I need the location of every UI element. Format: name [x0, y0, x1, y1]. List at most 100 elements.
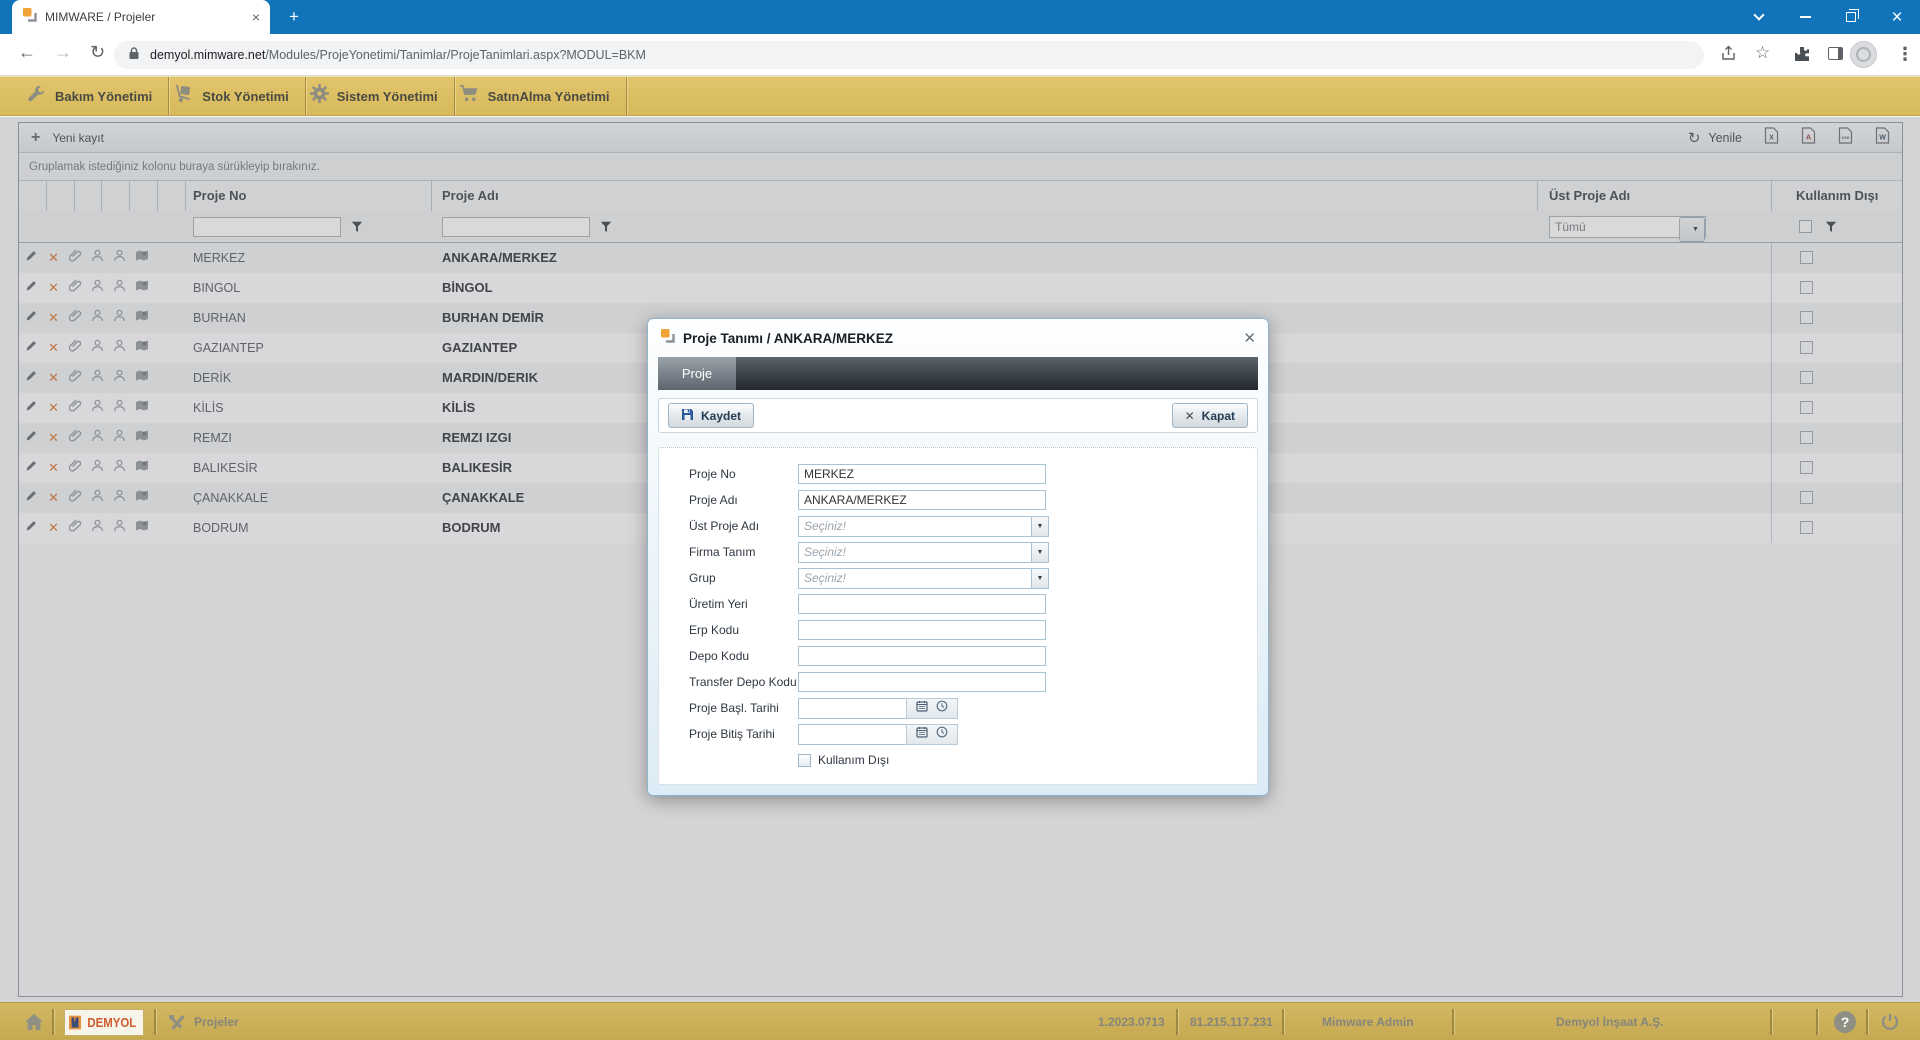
- field-label: Üst Proje Adı: [689, 519, 798, 533]
- form-field-row: Firma Tanım Seçiniz! ▼: [689, 539, 1257, 565]
- field-label: Üretim Yeri: [689, 597, 798, 611]
- reload-icon[interactable]: ↻: [90, 42, 105, 63]
- wrench-icon: [26, 84, 47, 108]
- dialog-command-bar: Kaydet ✕ Kapat: [658, 398, 1258, 433]
- logged-in-user: Mimware Admin: [1322, 1003, 1414, 1040]
- home-button[interactable]: [24, 1003, 44, 1040]
- bookmark-star-icon[interactable]: ☆: [1755, 43, 1770, 63]
- browser-titlebar: MIMWARE / Projeler × + ×: [0, 0, 1920, 34]
- demyol-emblem-icon: [69, 1015, 81, 1030]
- module-menubar: Bakım Yönetimi Stok Yönetimi Sistem Yöne…: [0, 76, 1920, 116]
- client-ip: 81.215.117.231: [1190, 1003, 1273, 1040]
- logout-power-button[interactable]: [1880, 1003, 1900, 1040]
- address-bar[interactable]: demyol.mimware.net/Modules/ProjeYonetimi…: [114, 41, 1704, 69]
- clock-icon[interactable]: [936, 725, 948, 743]
- dialog-title: Proje Tanımı / ANKARA/MERKEZ: [683, 331, 1243, 346]
- kullanim-disi-row: Kullanım Dışı: [798, 747, 1257, 773]
- app-version: 1.2023.0713: [1098, 1003, 1165, 1040]
- clock-icon[interactable]: [936, 699, 948, 717]
- field-label: Proje Başl. Tarihi: [689, 701, 798, 715]
- form-field-row: Depo Kodu: [689, 643, 1257, 669]
- cart-icon: [459, 84, 480, 108]
- form-field-row: Proje Adı: [689, 487, 1257, 513]
- window-minimize-button[interactable]: [1782, 0, 1828, 34]
- dialog-close-icon[interactable]: ✕: [1243, 329, 1256, 347]
- tab-close-icon[interactable]: ×: [252, 10, 260, 24]
- new-tab-button[interactable]: +: [284, 7, 304, 27]
- text-input[interactable]: [798, 464, 1046, 484]
- field-label: Proje Adı: [689, 493, 798, 507]
- hand-truck-icon: [173, 84, 194, 108]
- proje-tanimi-dialog: Proje Tanımı / ANKARA/MERKEZ ✕ Proje Kay…: [647, 318, 1269, 796]
- back-icon[interactable]: ←: [18, 42, 36, 63]
- browser-navbar: ← → ↻ demyol.mimware.net/Modules/ProjeYo…: [0, 34, 1920, 76]
- dropdown[interactable]: Seçiniz! ▼: [798, 568, 1049, 589]
- favicon-mimware-icon: [22, 7, 37, 27]
- chevron-down-icon[interactable]: ▼: [1031, 542, 1049, 563]
- dropdown[interactable]: Seçiniz! ▼: [798, 516, 1049, 537]
- browser-menu-icon[interactable]: ⋮: [1896, 44, 1914, 65]
- form-field-row: Grup Seçiniz! ▼: [689, 565, 1257, 591]
- gear-icon: [310, 84, 329, 108]
- save-floppy-icon: [681, 408, 694, 424]
- save-button[interactable]: Kaydet: [668, 403, 754, 428]
- dialog-tabstrip: Proje: [658, 357, 1258, 390]
- chevron-down-icon[interactable]: ▼: [1031, 516, 1049, 537]
- text-input[interactable]: [798, 620, 1046, 640]
- menu-satinalma-yonetimi[interactable]: SatınAlma Yönetimi: [455, 77, 627, 115]
- module-name: Projeler: [194, 1003, 239, 1040]
- dialog-titlebar[interactable]: Proje Tanımı / ANKARA/MERKEZ ✕: [648, 319, 1268, 357]
- window-restore-button[interactable]: [1828, 0, 1874, 34]
- dropdown[interactable]: Seçiniz! ▼: [798, 542, 1049, 563]
- close-button[interactable]: ✕ Kapat: [1172, 403, 1248, 428]
- company-name: Demyol İnşaat A.Ş.: [1556, 1003, 1664, 1040]
- text-input[interactable]: [798, 646, 1046, 666]
- text-input[interactable]: [798, 490, 1046, 510]
- tab-proje[interactable]: Proje: [658, 357, 736, 390]
- status-bar: DEMYOL Projeler 1.2023.0713 81.215.117.2…: [0, 1002, 1920, 1040]
- dialog-mimware-icon: [660, 328, 675, 348]
- field-label: Transfer Depo Kodu: [689, 675, 798, 689]
- kullanim-disi-label: Kullanım Dışı: [818, 753, 889, 767]
- menu-bakim-yonetimi[interactable]: Bakım Yönetimi: [22, 77, 169, 115]
- dropdown-placeholder: Seçiniz!: [798, 542, 1031, 563]
- forward-icon[interactable]: →: [54, 42, 72, 63]
- form-field-row: Proje No: [689, 461, 1257, 487]
- module-tools-icon: [168, 1003, 187, 1040]
- form-field-row: Proje Başl. Tarihi: [689, 695, 1257, 721]
- kullanim-disi-checkbox[interactable]: [798, 754, 811, 767]
- side-panel-icon[interactable]: [1828, 47, 1843, 60]
- date-input[interactable]: [798, 698, 906, 719]
- calendar-icon[interactable]: [916, 699, 928, 717]
- date-input[interactable]: [798, 724, 906, 745]
- text-input[interactable]: [798, 594, 1046, 614]
- demyol-logo[interactable]: DEMYOL: [64, 1009, 144, 1036]
- text-input[interactable]: [798, 672, 1046, 692]
- form-field-row: Erp Kodu: [689, 617, 1257, 643]
- window-close-button[interactable]: ×: [1874, 0, 1920, 34]
- chevron-down-icon[interactable]: ▼: [1031, 568, 1049, 589]
- lock-icon: [128, 46, 140, 65]
- profile-avatar[interactable]: [1850, 41, 1877, 68]
- share-icon[interactable]: [1720, 45, 1737, 66]
- field-label: Proje No: [689, 467, 798, 481]
- dropdown-placeholder: Seçiniz!: [798, 568, 1031, 589]
- field-label: Depo Kodu: [689, 649, 798, 663]
- field-label: Grup: [689, 571, 798, 585]
- dialog-form: Proje No Proje Adı Üst Proje Adı Seçiniz…: [658, 447, 1258, 785]
- calendar-icon[interactable]: [916, 725, 928, 743]
- window-chevron-icon[interactable]: [1736, 0, 1782, 34]
- close-x-icon: ✕: [1185, 409, 1195, 423]
- menu-sistem-yonetimi[interactable]: Sistem Yönetimi: [306, 77, 455, 115]
- app-window: MIMWARE / Projeler × + × ← → ↻ demyol.mi…: [0, 0, 1920, 1040]
- tab-title: MIMWARE / Projeler: [45, 10, 252, 24]
- dropdown-placeholder: Seçiniz!: [798, 516, 1031, 537]
- menu-stok-yonetimi[interactable]: Stok Yönetimi: [169, 77, 305, 115]
- help-button[interactable]: ?: [1834, 1003, 1856, 1040]
- form-field-row: Üst Proje Adı Seçiniz! ▼: [689, 513, 1257, 539]
- url-text: demyol.mimware.net/Modules/ProjeYonetimi…: [150, 48, 646, 62]
- form-field-row: Proje Bitiş Tarihi: [689, 721, 1257, 747]
- field-label: Erp Kodu: [689, 623, 798, 637]
- extensions-puzzle-icon[interactable]: [1794, 46, 1810, 67]
- browser-tab[interactable]: MIMWARE / Projeler ×: [12, 0, 270, 34]
